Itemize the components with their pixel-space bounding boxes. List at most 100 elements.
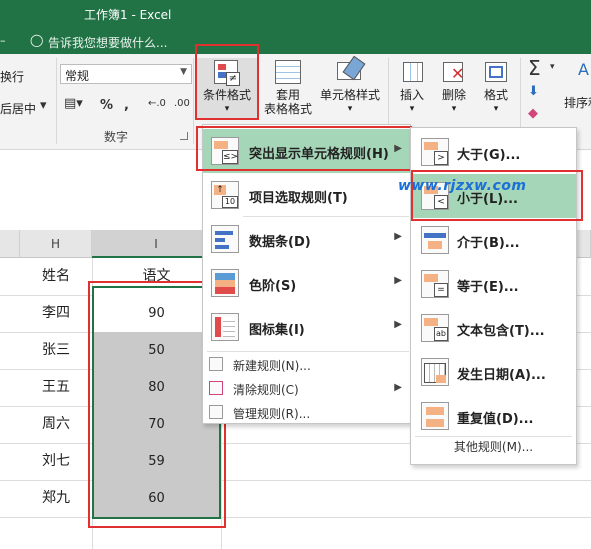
data-bars-icon: [211, 225, 239, 253]
menu-item-clear-rules[interactable]: 清除规则(C) ▶: [203, 377, 410, 401]
cell-name[interactable]: 刘七: [20, 443, 92, 480]
cell-name[interactable]: 李四: [20, 295, 92, 332]
divider: [207, 351, 409, 352]
chevron-down-icon: ▾: [451, 104, 457, 114]
delete-button[interactable]: ✕ 删除 ▾: [436, 58, 472, 122]
chevron-right-icon: ▶: [394, 231, 402, 242]
delete-label: 删除: [441, 88, 466, 102]
cell-header-name[interactable]: 姓名: [20, 258, 92, 295]
accounting-format-icon[interactable]: ▤▾: [64, 96, 83, 111]
number-format-select[interactable]: 常规 ▼: [60, 64, 192, 84]
autosum-icon[interactable]: Σ: [528, 56, 541, 80]
menu-item-new-rule[interactable]: 新建规则(N)...: [203, 353, 410, 377]
clear-rules-icon: [209, 381, 223, 395]
number-group-label: 数字: [104, 130, 129, 144]
format-as-table-button[interactable]: 套用 表格格式: [260, 58, 316, 122]
percent-icon[interactable]: %: [100, 98, 113, 113]
insert-button[interactable]: 插入 ▾: [394, 58, 430, 122]
sort-filter-label[interactable]: 排序和: [564, 94, 591, 111]
more-rules-item[interactable]: 其他规则(M)...: [411, 438, 576, 455]
cell-styles-button[interactable]: 单元格样式 ▾: [318, 55, 382, 122]
lightbulb-icon: ◯: [30, 33, 44, 47]
menu-item-label: 数据条(D): [249, 235, 311, 250]
divider: [193, 58, 194, 144]
new-rule-icon: [209, 357, 223, 371]
chevron-down-icon[interactable]: ▾: [550, 62, 555, 72]
annotation-frame-cf-button: [195, 44, 259, 120]
submenu-item-between[interactable]: 介于(B)...: [411, 218, 576, 262]
format-as-table-label-2: 表格格式: [263, 102, 312, 116]
menu-item-label: 清除规则(C): [233, 383, 299, 397]
submenu-item-label: 介于(B)...: [457, 236, 520, 251]
decrease-decimal-icon[interactable]: .00: [174, 98, 190, 109]
submenu-item-label: 文本包含(T)...: [457, 324, 545, 339]
cell-name[interactable]: 张三: [20, 332, 92, 369]
tell-me-bar[interactable]: – ◯ 告诉我您想要做什么...: [0, 28, 591, 54]
cell-styles-label: 单元格样式: [319, 88, 380, 102]
equal-to-icon: =: [421, 270, 449, 298]
text-contains-icon: ab: [421, 314, 449, 342]
insert-cells-icon: [397, 58, 427, 88]
format-label: 格式: [483, 88, 508, 102]
menu-item-manage-rules[interactable]: 管理规则(R)...: [203, 401, 410, 425]
increase-decimal-icon[interactable]: ←.0: [148, 98, 166, 109]
menu-item-label: 新建规则(N)...: [233, 359, 311, 373]
divider: [56, 58, 57, 144]
delete-cells-icon: ✕: [439, 58, 469, 88]
menu-item-top-bottom-rules[interactable]: ↑ 10 项目选取规则(T): [203, 173, 410, 217]
table-format-icon: [273, 58, 303, 88]
fill-icon[interactable]: ⬇: [528, 84, 539, 99]
format-button[interactable]: 格式 ▾: [478, 58, 514, 122]
clear-icon[interactable]: ◆: [528, 106, 538, 121]
cell-name[interactable]: 郑九: [20, 480, 92, 517]
annotation-frame-highlight-rules: [196, 126, 412, 171]
merge-center-button[interactable]: 后居中: [0, 100, 36, 117]
dialog-launcher-icon[interactable]: [180, 132, 188, 140]
dropdown-icon[interactable]: ▾: [40, 98, 47, 113]
color-scales-icon: [211, 269, 239, 297]
divider: [415, 436, 572, 437]
chevron-right-icon: ▶: [394, 382, 402, 393]
sort-filter-icon[interactable]: A: [578, 60, 589, 79]
submenu-item-text-contains[interactable]: ab 文本包含(T)...: [411, 306, 576, 350]
submenu-item-greater-than[interactable]: > 大于(G)...: [411, 130, 576, 174]
chevron-down-icon: ▾: [409, 104, 415, 114]
format-cells-icon: [481, 58, 511, 88]
menu-item-label: 图标集(I): [249, 323, 305, 338]
tell-me-input[interactable]: 告诉我您想要做什么...: [48, 34, 167, 51]
chevron-down-icon: ▾: [347, 104, 353, 114]
column-header-h[interactable]: H: [20, 230, 92, 258]
number-format-value: 常规: [65, 69, 90, 83]
submenu-item-equal-to[interactable]: = 等于(E)...: [411, 262, 576, 306]
watermark: www.rjzxw.com: [398, 178, 527, 194]
menu-item-label: 色阶(S): [249, 279, 297, 294]
greater-than-icon: >: [421, 138, 449, 166]
menu-item-data-bars[interactable]: 数据条(D) ▶: [203, 217, 410, 261]
cell-name[interactable]: 周六: [20, 406, 92, 443]
cell-styles-icon: [335, 55, 366, 88]
wrap-text-button[interactable]: 换行: [0, 68, 24, 85]
submenu-item-label: 发生日期(A)...: [457, 368, 546, 383]
submenu-item-label: 等于(E)...: [457, 280, 519, 295]
manage-rules-icon: [209, 405, 223, 419]
submenu-item-date-occurring[interactable]: 发生日期(A)...: [411, 350, 576, 394]
submenu-item-label: 重复值(D)...: [457, 412, 534, 427]
comma-style-icon[interactable]: ,: [124, 98, 129, 113]
cell-name[interactable]: 王五: [20, 369, 92, 406]
formula-area: [0, 150, 202, 230]
submenu-item-duplicate-values[interactable]: 重复值(D)...: [411, 394, 576, 438]
menu-item-label: 管理规则(R)...: [233, 407, 311, 421]
ribbon-edge: –: [0, 34, 6, 47]
corner-header[interactable]: [0, 230, 20, 258]
chevron-down-icon: ▾: [493, 104, 499, 114]
menu-item-icon-sets[interactable]: 图标集(I) ▶: [203, 305, 410, 349]
menu-item-color-scales[interactable]: 色阶(S) ▶: [203, 261, 410, 305]
chevron-right-icon: ▶: [394, 275, 402, 286]
top-bottom-rules-icon: ↑ 10: [211, 181, 239, 209]
duplicate-values-icon: [421, 402, 449, 430]
format-as-table-label-1: 套用: [275, 88, 300, 102]
chevron-right-icon: ▶: [394, 319, 402, 330]
menu-item-label: 项目选取规则(T): [249, 191, 348, 206]
between-icon: [421, 226, 449, 254]
chevron-down-icon: ▼: [180, 67, 187, 77]
